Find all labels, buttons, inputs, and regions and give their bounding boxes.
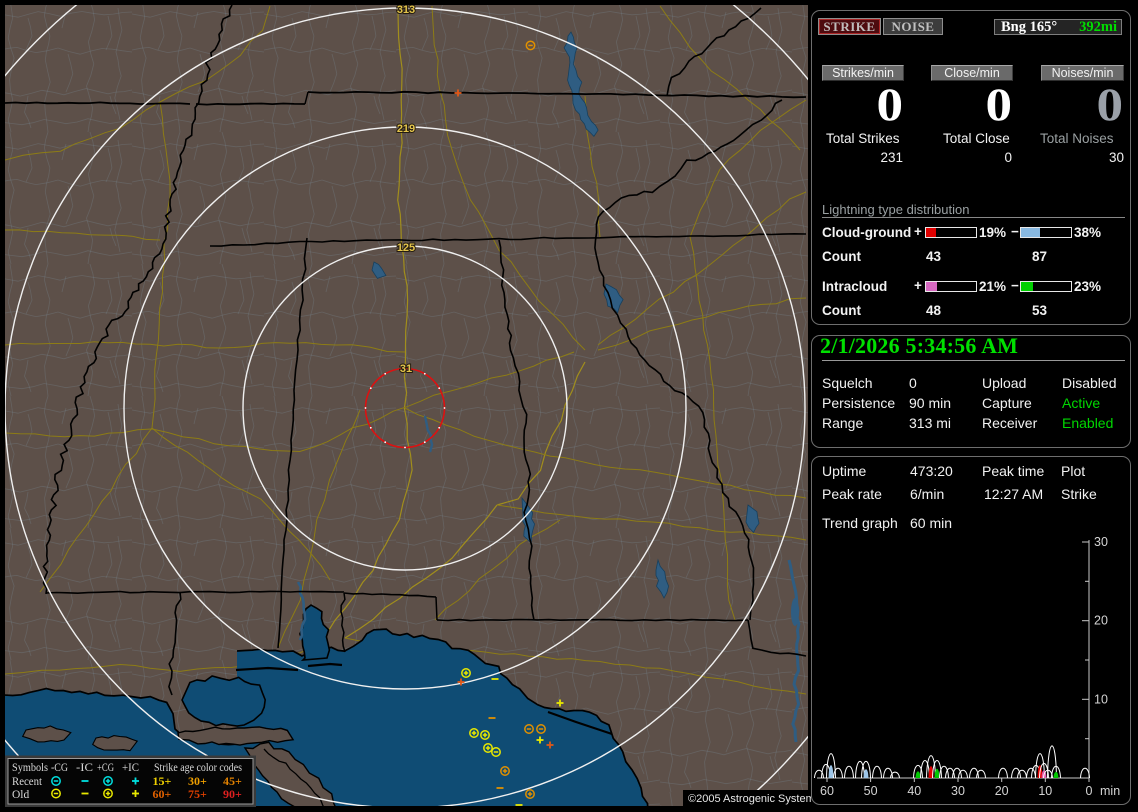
- svg-text:0: 0: [1086, 784, 1093, 798]
- svg-text:Symbols: Symbols: [12, 762, 48, 774]
- svg-text:20: 20: [1094, 614, 1108, 628]
- svg-text:Old: Old: [12, 789, 30, 801]
- svg-text:219: 219: [397, 123, 415, 135]
- svg-text:60: 60: [820, 784, 834, 798]
- svg-text:30: 30: [1094, 535, 1108, 549]
- svg-text:10: 10: [1038, 784, 1052, 798]
- svg-text:45+: 45+: [223, 774, 242, 788]
- svg-text:30+: 30+: [188, 774, 207, 788]
- svg-text:10: 10: [1094, 692, 1108, 706]
- svg-text:313: 313: [397, 4, 415, 16]
- svg-text:90+: 90+: [223, 787, 242, 801]
- svg-text:-CG: -CG: [51, 762, 68, 774]
- svg-text:©2005 Astrogenic Systems: ©2005 Astrogenic Systems: [688, 793, 812, 805]
- svg-text:75+: 75+: [188, 787, 207, 801]
- svg-text:min: min: [1100, 784, 1120, 798]
- svg-text:30: 30: [951, 784, 965, 798]
- svg-text:50: 50: [864, 784, 878, 798]
- svg-text:-IC: -IC: [76, 762, 93, 774]
- svg-text:40: 40: [907, 784, 921, 798]
- svg-text:Strike age color codes: Strike age color codes: [154, 762, 242, 774]
- svg-text:15+: 15+: [153, 774, 172, 788]
- svg-text:Recent: Recent: [12, 776, 43, 788]
- svg-text:20: 20: [995, 784, 1009, 798]
- svg-text:+IC: +IC: [122, 762, 139, 774]
- svg-text:125: 125: [397, 242, 415, 254]
- svg-text:60+: 60+: [153, 787, 172, 801]
- svg-text:+CG: +CG: [97, 762, 114, 774]
- svg-text:31: 31: [400, 363, 412, 375]
